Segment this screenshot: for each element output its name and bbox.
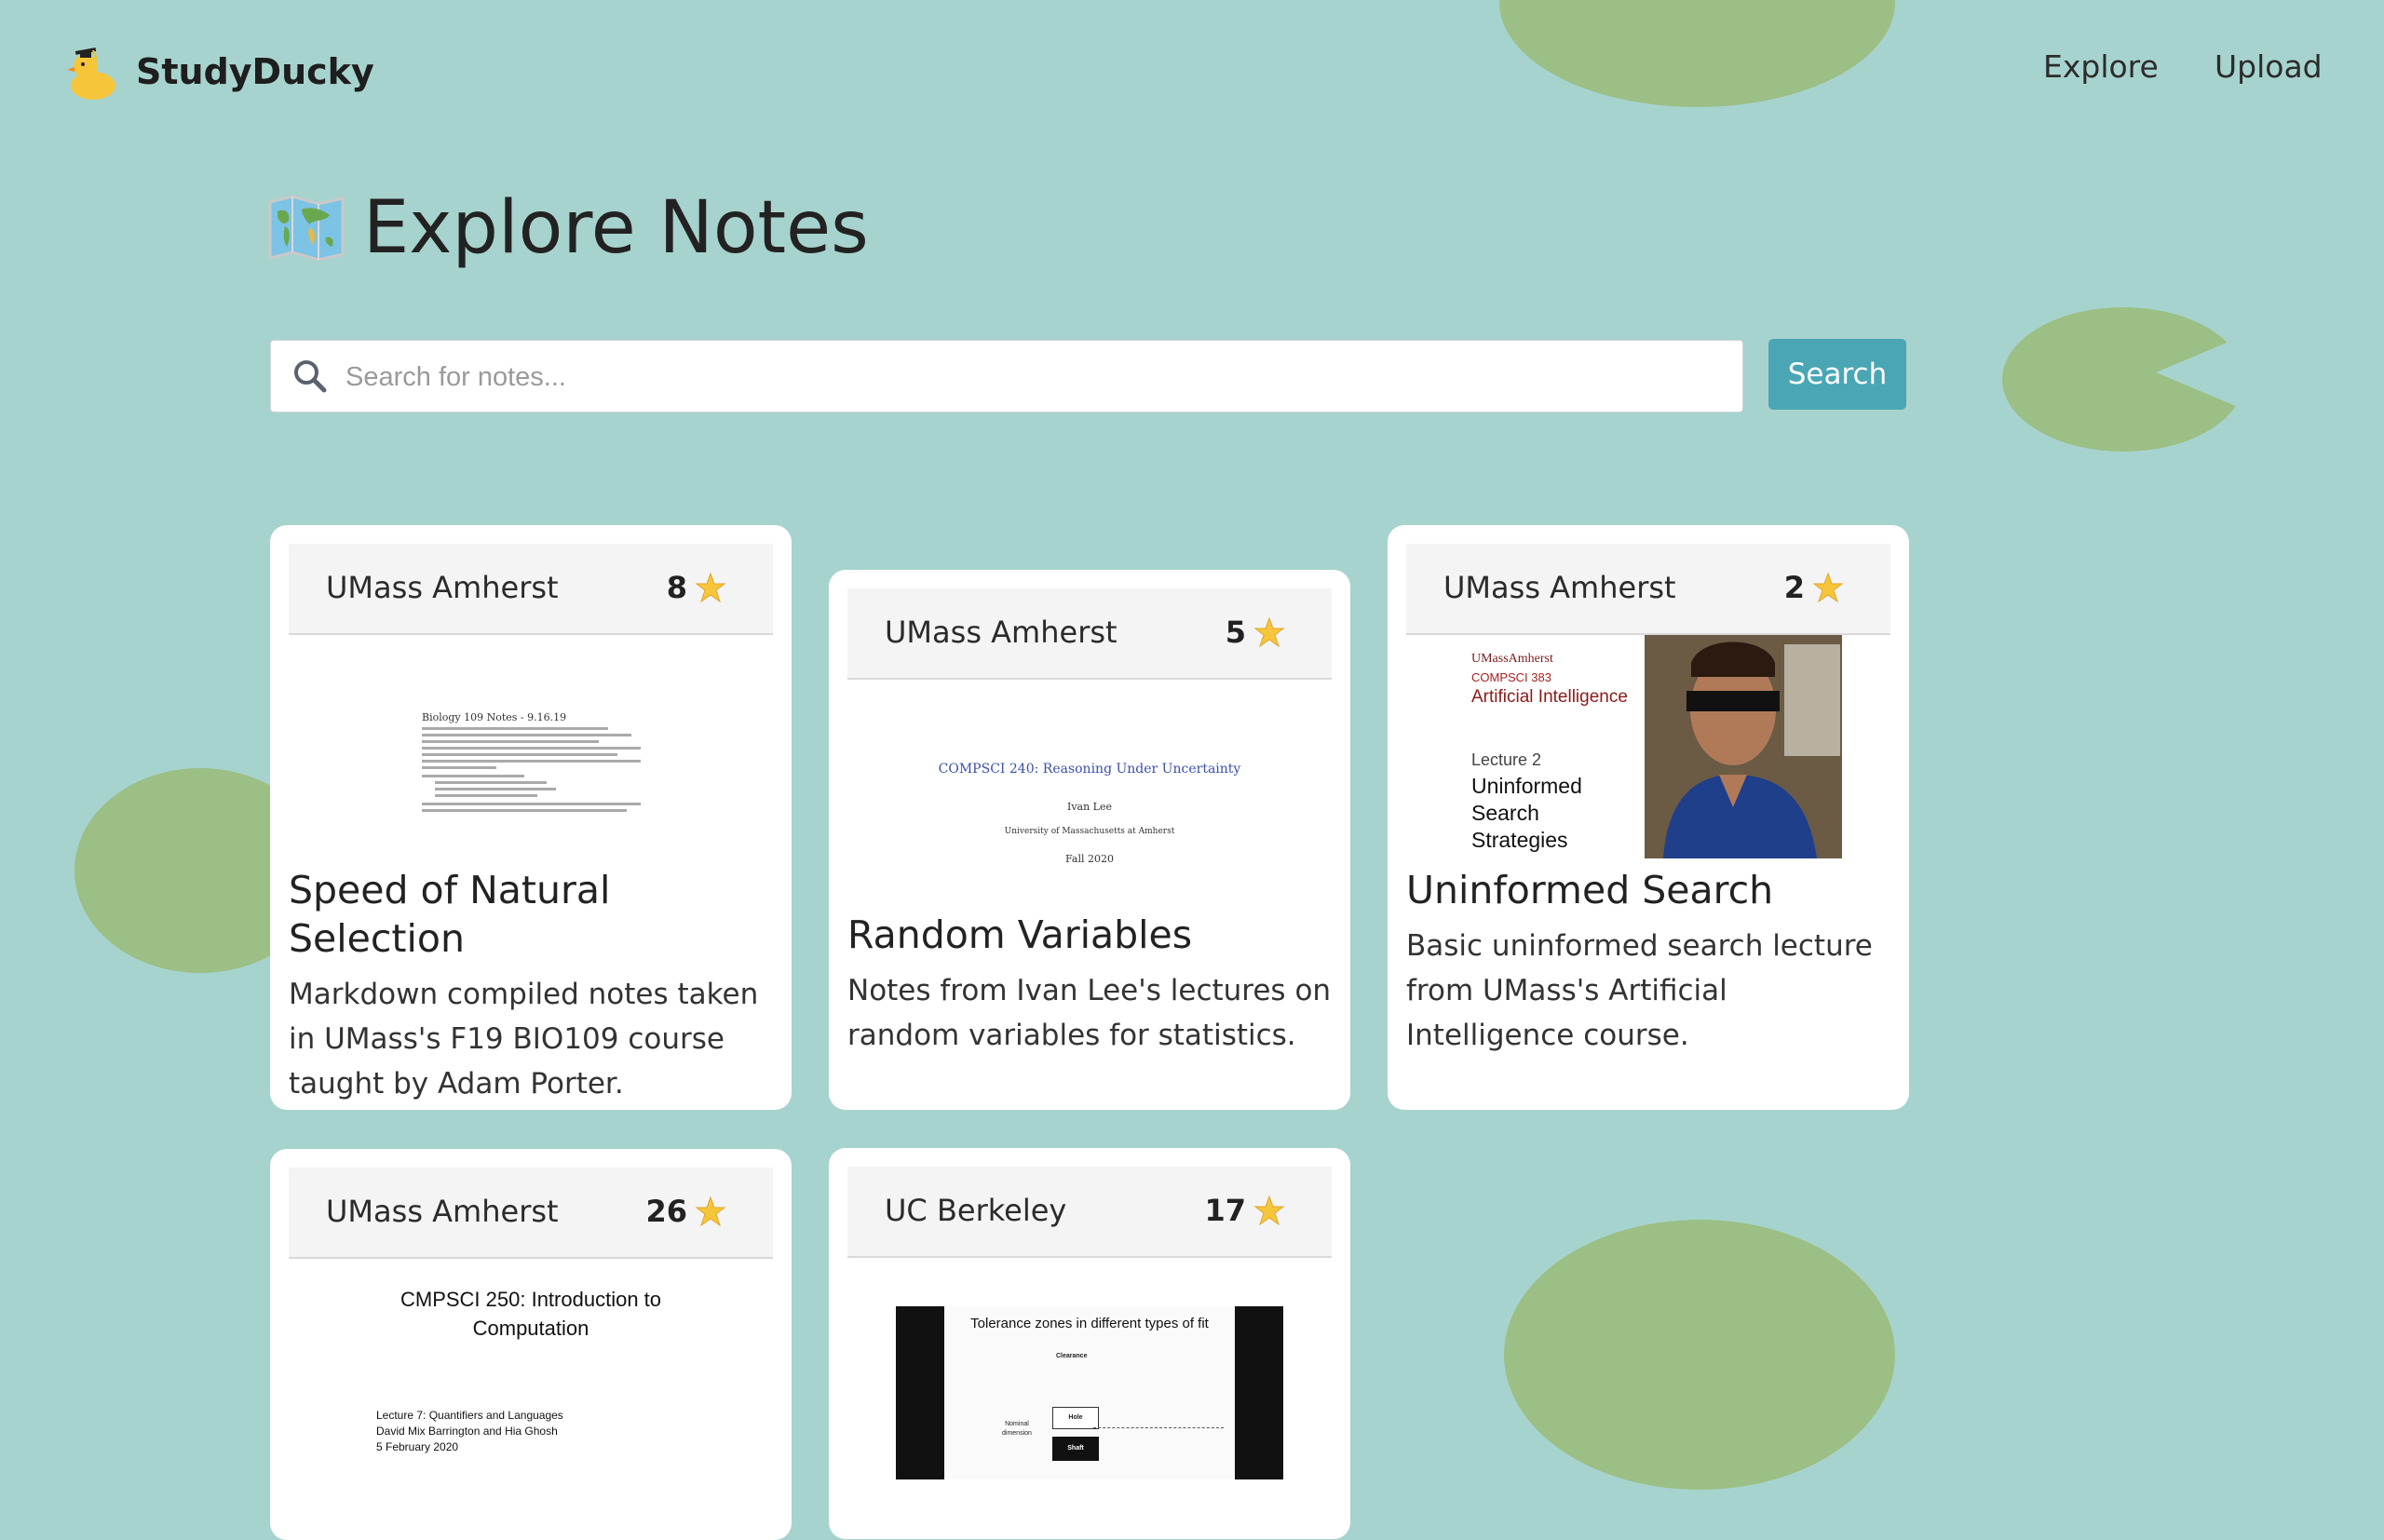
note-card[interactable]: UC Berkeley 17 Tolerance zones in differ… (829, 1148, 1350, 1539)
preview-topic: Strategies (1471, 828, 1568, 852)
slide-frame: Tolerance zones in different types of fi… (896, 1306, 1283, 1479)
preview-course: COMPSCI 240: Reasoning Under Uncertainty (938, 762, 1241, 777)
preview-label: Nominal (1005, 1421, 1029, 1427)
preview-heading: Biology 109 Notes - 9.16.19 (422, 711, 567, 723)
preview-term: Fall 2020 (1065, 853, 1114, 865)
preview-course: CMPSCI 250: Introduction to (400, 1288, 662, 1311)
preview-logo: UMassAmherst (1471, 652, 1553, 666)
star-icon (1253, 616, 1285, 648)
card-star-count: 2 (1783, 570, 1805, 605)
preview-lecture: Lecture 2 (1471, 750, 1542, 769)
card-preview: COMPSCI 240: Reasoning Under Uncertainty… (847, 680, 1332, 911)
card-description: Basic uninformed search lecture from UMa… (1406, 929, 1873, 1052)
preview-date: 5 February 2020 (376, 1440, 459, 1453)
preview-label: dimension (1002, 1430, 1032, 1437)
card-header: UC Berkeley 17 (847, 1167, 1332, 1258)
search-input[interactable] (344, 350, 1726, 404)
nav-upload-link[interactable]: Upload (2215, 48, 2323, 85)
card-header: UMass Amherst 5 (847, 588, 1332, 680)
card-title[interactable]: Random Variables (847, 911, 1332, 959)
card-description: Notes from Ivan Lee's lectures on random… (847, 974, 1332, 1052)
card-description: Markdown compiled notes taken in UMass's… (289, 978, 759, 1101)
blindfolded-person-image (1645, 635, 1842, 858)
card-star-count: 8 (666, 570, 687, 605)
card-school: UMass Amherst (326, 570, 559, 605)
search-icon (294, 360, 327, 393)
page-title: Explore Notes (363, 186, 869, 270)
preview-author: Ivan Lee (1066, 801, 1113, 813)
note-card[interactable]: UMass Amherst 26 CMPSCI 250: Introductio… (270, 1149, 792, 1540)
card-preview: Tolerance zones in different types of fi… (847, 1258, 1332, 1489)
brand-logo[interactable]: StudyDucky (67, 43, 374, 101)
note-card[interactable]: UMass Amherst 8 Biology 109 Notes - 9.16… (270, 525, 792, 1110)
preview-heading: Tolerance zones in different types of fi… (970, 1316, 1209, 1331)
note-card[interactable]: UMass Amherst 2 UMassAmherst COMPSCI 383… (1388, 525, 1909, 1110)
star-icon (1812, 572, 1844, 603)
card-school: UC Berkeley (885, 1193, 1067, 1228)
card-preview: CMPSCI 250: Introduction to Computation … (289, 1259, 773, 1490)
card-header: UMass Amherst 2 (1406, 544, 1890, 635)
page-header: Explore Notes (268, 186, 869, 270)
card-header: UMass Amherst 8 (289, 544, 773, 635)
card-header: UMass Amherst 26 (289, 1168, 773, 1259)
star-icon (695, 1196, 726, 1227)
preview-hole: Hole (1052, 1407, 1099, 1429)
card-preview: UMassAmherst COMPSCI 383 Artificial Inte… (1406, 635, 1890, 866)
duck-icon (67, 47, 115, 100)
preview-shaft: Shaft (1052, 1437, 1099, 1461)
nav-explore-link[interactable]: Explore (2043, 48, 2159, 85)
preview-institution: University of Massachusetts at Amherst (1004, 827, 1175, 836)
star-icon (695, 572, 726, 603)
card-title[interactable]: Uninformed Search (1406, 866, 1890, 914)
card-star-count: 5 (1225, 615, 1246, 650)
star-icon (1253, 1195, 1285, 1226)
search-bar (270, 340, 1743, 412)
preview-course: Computation (472, 1317, 589, 1340)
card-title[interactable]: Speed of Natural Selection (289, 866, 773, 963)
card-school: UMass Amherst (885, 615, 1118, 650)
preview-lecture: Lecture 7: Quantifiers and Languages (376, 1409, 563, 1422)
lilypad-notch (2156, 335, 2244, 410)
note-card[interactable]: UMass Amherst 5 COMPSCI 240: Reasoning U… (829, 570, 1350, 1110)
world-map-icon (268, 195, 345, 262)
top-nav: StudyDucky Explore Upload (0, 0, 2384, 140)
card-preview: Biology 109 Notes - 9.16.19 (289, 635, 773, 866)
card-school: UMass Amherst (1443, 570, 1676, 605)
card-school: UMass Amherst (326, 1194, 559, 1229)
card-star-count: 17 (1204, 1193, 1246, 1228)
card-star-count: 26 (645, 1194, 687, 1229)
brand-name: StudyDucky (136, 51, 374, 92)
preview-label: Clearance (1056, 1353, 1088, 1359)
lilypad-decoration (1504, 1220, 1895, 1490)
preview-subject: Artificial Intelligence (1471, 687, 1628, 707)
preview-topic: Search (1471, 801, 1539, 825)
preview-topic: Uninformed (1471, 774, 1582, 798)
search-button[interactable]: Search (1768, 339, 1906, 410)
preview-course: COMPSCI 383 (1471, 670, 1551, 684)
preview-authors: David Mix Barrington and Hia Ghosh (376, 1425, 558, 1438)
